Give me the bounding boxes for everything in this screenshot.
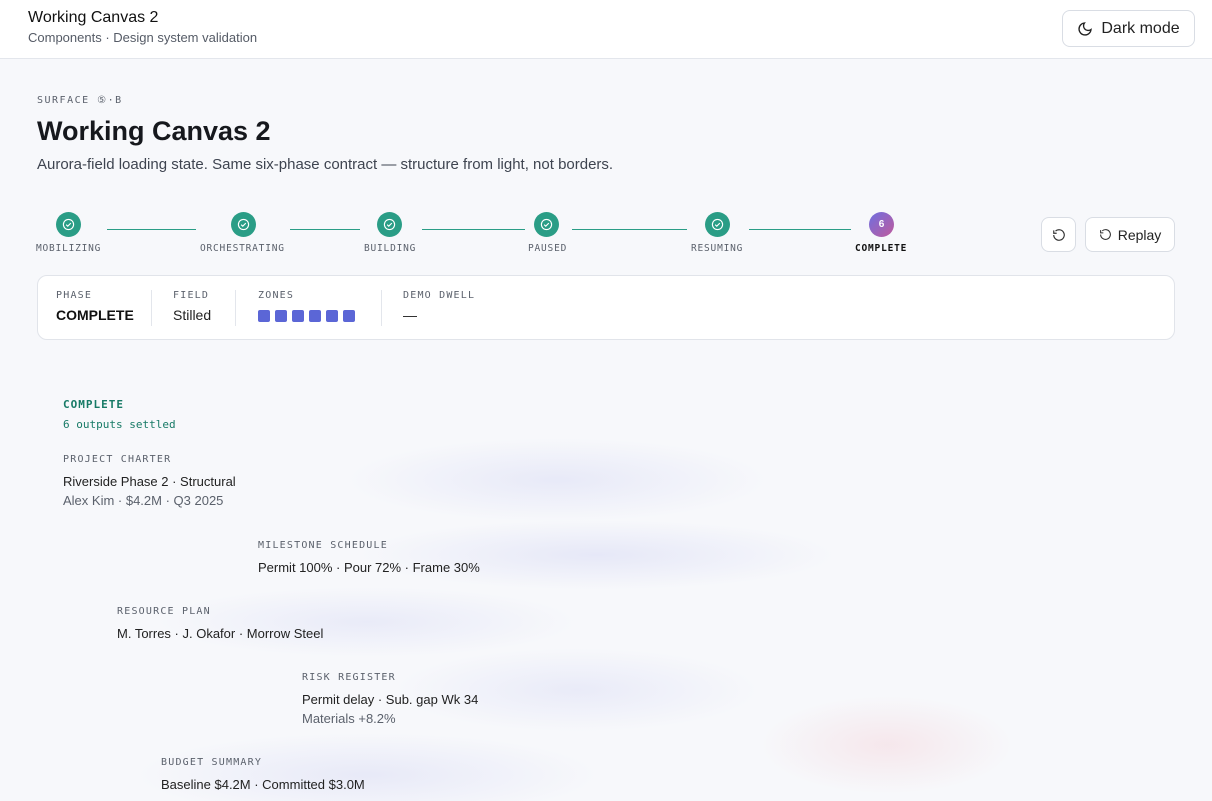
output-risk-register: RISK REGISTER Permit delay · Sub. gap Wk…	[302, 672, 478, 726]
reset-button[interactable]	[1041, 217, 1076, 252]
step-connector	[107, 229, 196, 230]
check-icon	[705, 212, 730, 237]
step-label: ORCHESTRATING	[200, 243, 285, 254]
step-label: RESUMING	[691, 243, 744, 254]
dwell-value: —	[403, 307, 417, 323]
output-line: Permit 100% · Pour 72% · Frame 30%	[258, 560, 480, 575]
output-subline: Alex Kim · $4.2M · Q3 2025	[63, 493, 224, 508]
step-number: 6	[869, 212, 894, 237]
step-connector	[572, 229, 687, 230]
surface-eyebrow: SURFACE ⑤·B	[37, 95, 123, 106]
dark-mode-button[interactable]: Dark mode	[1062, 10, 1195, 47]
divider	[235, 290, 236, 326]
field-cell: FIELD Stilled	[173, 290, 211, 323]
divider	[381, 290, 382, 326]
zone-square	[258, 310, 270, 322]
replay-button[interactable]: Replay	[1085, 217, 1175, 252]
step-label: BUILDING	[364, 243, 417, 254]
canvas-status-sub: 6 outputs settled	[63, 418, 176, 431]
zones-cell: ZONES	[258, 290, 355, 322]
step-label: MOBILIZING	[36, 243, 102, 254]
output-budget-summary: BUDGET SUMMARY Baseline $4.2M · Committe…	[161, 757, 365, 792]
app-subtitle: Components · Design system validation	[28, 30, 258, 45]
dwell-key: DEMO DWELL	[403, 290, 476, 301]
output-line: Riverside Phase 2 · Structural	[63, 474, 236, 489]
replay-icon	[1099, 229, 1111, 240]
app-title: Working Canvas 2	[28, 9, 159, 26]
zone-square	[309, 310, 321, 322]
dwell-cell: DEMO DWELL —	[403, 290, 475, 323]
check-icon	[56, 212, 81, 237]
phase-key: PHASE	[56, 290, 93, 301]
zone-square	[292, 310, 304, 322]
status-card: PHASE COMPLETE FIELD Stilled ZONES DEMO …	[37, 275, 1175, 340]
output-heading: RESOURCE PLAN	[117, 606, 211, 617]
output-line: M. Torres · J. Okafor · Morrow Steel	[117, 626, 324, 641]
output-resource-plan: RESOURCE PLAN M. Torres · J. Okafor · Mo…	[117, 606, 323, 641]
output-milestone-schedule: MILESTONE SCHEDULE Permit 100% · Pour 72…	[258, 540, 480, 575]
output-subline: Materials +8.2%	[302, 711, 396, 726]
phase-cell: PHASE COMPLETE	[56, 290, 134, 323]
output-heading: PROJECT CHARTER	[63, 454, 172, 465]
field-key: FIELD	[173, 290, 210, 301]
phase-value: COMPLETE	[56, 307, 134, 323]
zone-square	[343, 310, 355, 322]
output-line: Permit delay · Sub. gap Wk 34	[302, 692, 479, 707]
step-label: PAUSED	[528, 243, 568, 254]
top-bar: Working Canvas 2 Components · Design sys…	[0, 0, 1212, 59]
phase-stepper: MOBILIZING ORCHESTRATING BUILDING PAUSED…	[36, 212, 936, 262]
step-connector	[422, 229, 525, 230]
page-description: Aurora-field loading state. Same six-pha…	[37, 156, 614, 173]
output-heading: MILESTONE SCHEDULE	[258, 540, 388, 551]
zone-square	[326, 310, 338, 322]
output-line: Baseline $4.2M · Committed $3.0M	[161, 777, 365, 792]
step-connector	[749, 229, 851, 230]
output-heading: RISK REGISTER	[302, 672, 396, 683]
output-heading: BUDGET SUMMARY	[161, 757, 263, 768]
step-label: COMPLETE	[855, 243, 908, 254]
step-connector	[290, 229, 360, 230]
canvas-status-label: COMPLETE	[63, 398, 124, 411]
check-icon	[377, 212, 402, 237]
divider	[151, 290, 152, 326]
moon-icon	[1078, 21, 1093, 36]
field-value: Stilled	[173, 307, 212, 323]
page-title: Working Canvas 2	[37, 116, 271, 146]
dark-mode-label: Dark mode	[1101, 19, 1180, 37]
check-icon	[534, 212, 559, 237]
replay-label: Replay	[1117, 226, 1162, 243]
zones-indicator	[258, 310, 355, 322]
reset-icon	[1052, 228, 1065, 241]
zones-key: ZONES	[258, 290, 295, 301]
output-project-charter: PROJECT CHARTER Riverside Phase 2 · Stru…	[63, 454, 236, 508]
aurora-canvas	[37, 370, 1175, 801]
zone-square	[275, 310, 287, 322]
check-icon	[231, 212, 256, 237]
